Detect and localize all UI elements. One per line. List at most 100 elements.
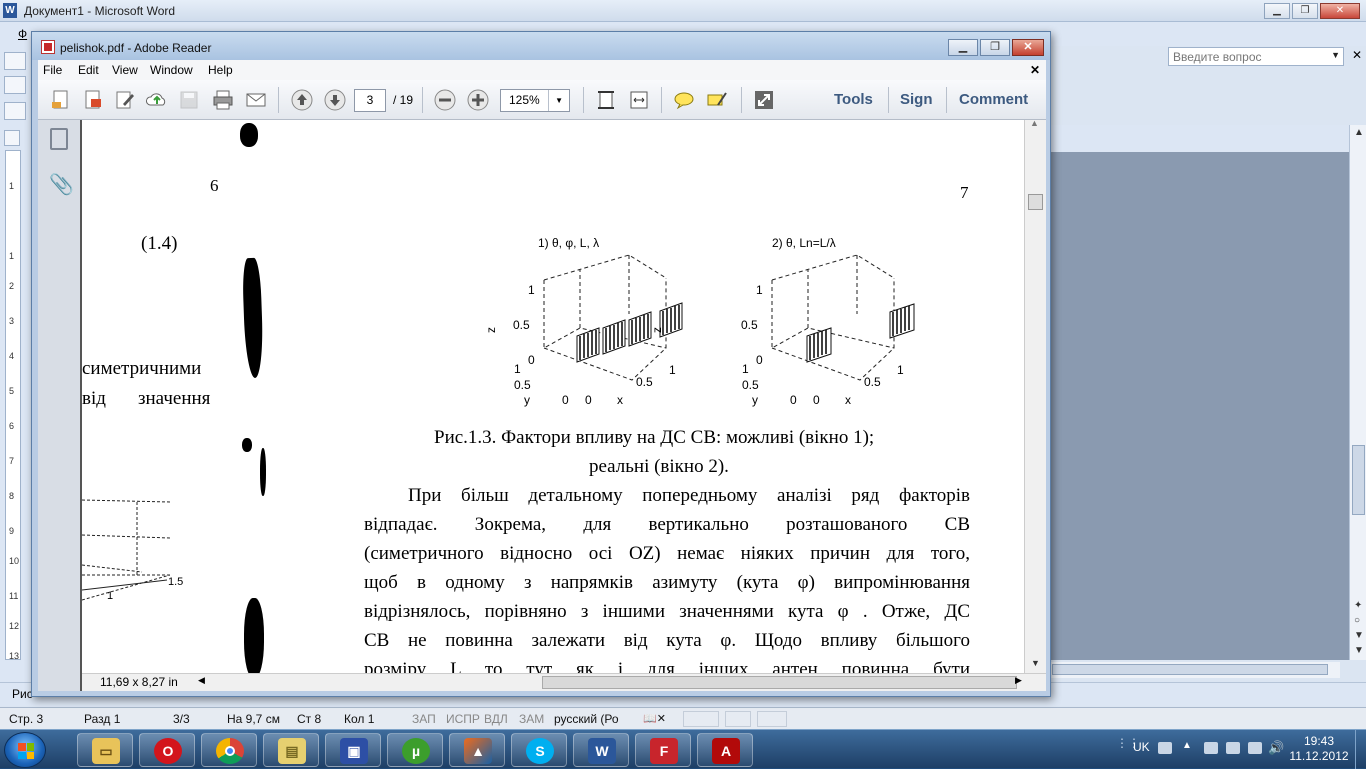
reader-minimize-button[interactable]: ▁ <box>948 39 978 56</box>
drawing-label[interactable]: Рис <box>12 687 33 701</box>
combine-files-icon[interactable] <box>82 89 104 111</box>
word-ask-question-field[interactable]: Введите вопрос ▼ <box>1168 47 1344 66</box>
tools-button[interactable]: Tools <box>834 91 873 108</box>
word-doc-close-icon[interactable]: ✕ <box>1352 48 1362 62</box>
next-page-icon[interactable] <box>324 89 346 111</box>
chrome-icon[interactable] <box>201 733 257 767</box>
print-icon[interactable] <box>212 89 234 111</box>
left-text-line: симетричними <box>82 358 202 379</box>
word-horizontal-scrollbar[interactable] <box>1050 662 1340 678</box>
reader-title: pelishok.pdf - Adobe Reader <box>60 41 212 55</box>
volume-icon[interactable]: 🔊 <box>1268 740 1284 756</box>
tab-stop-icon[interactable] <box>4 130 20 146</box>
tray-expand-icon[interactable]: ▲ <box>1182 740 1192 751</box>
pdf-horizontal-scrollbar[interactable] <box>542 676 1017 689</box>
plot1-x-label: x <box>617 393 623 407</box>
plot1-tick: 0 <box>585 393 592 407</box>
paragraph-line: СВ не повинна залежати від кута φ. Щодо … <box>364 630 970 651</box>
comment-bubble-icon[interactable] <box>673 89 695 111</box>
scan-artifact <box>260 448 266 496</box>
keyboard-icon[interactable] <box>1158 742 1172 754</box>
unknown-app-icon[interactable]: F <box>635 733 691 767</box>
comment-button[interactable]: Comment <box>959 91 1028 108</box>
menu-help[interactable]: Help <box>208 63 233 77</box>
plot2-tick: 0.5 <box>742 378 759 392</box>
word-maximize-button[interactable]: ❐ <box>1292 3 1318 19</box>
status-section: Разд 1 <box>84 712 121 726</box>
word-minimize-button[interactable]: ▁ <box>1264 3 1290 19</box>
status-rec[interactable]: ЗАП <box>412 712 436 726</box>
menu-edit[interactable]: Edit <box>78 63 99 77</box>
word-vertical-scrollbar[interactable]: ▲ ✦ ○ ▼ ▼ <box>1349 125 1366 660</box>
folder-icon[interactable]: ▤ <box>263 733 319 767</box>
attachments-icon[interactable]: 📎 <box>49 172 74 196</box>
chevron-down-icon[interactable]: ▼ <box>1331 50 1340 60</box>
opera-icon[interactable]: O <box>139 733 195 767</box>
show-desktop-button[interactable] <box>1355 730 1366 769</box>
close-document-icon[interactable]: ✕ <box>1030 63 1040 77</box>
clock[interactable]: 19:43 11.12.2012 <box>1286 734 1352 764</box>
network-icon[interactable] <box>1204 742 1218 754</box>
menu-view[interactable]: View <box>112 63 138 77</box>
plot1-tick: 0 <box>528 353 535 367</box>
full-screen-icon[interactable] <box>753 89 775 111</box>
zoom-in-icon[interactable] <box>467 89 489 111</box>
word-status-bar: Стр. 3 Разд 1 3/3 На 9,7 см Ст 8 Кол 1 З… <box>0 707 1366 729</box>
acrobat-icon[interactable]: A <box>697 733 753 767</box>
matlab-icon[interactable]: ▲ <box>449 733 505 767</box>
spelling-icon[interactable]: 📖✕ <box>643 712 666 725</box>
reader-close-button[interactable]: ✕ <box>1012 39 1044 56</box>
word-app-icon[interactable]: W <box>3 3 17 18</box>
menu-file[interactable]: File <box>43 63 62 77</box>
word-icon[interactable]: W <box>573 733 629 767</box>
zoom-out-icon[interactable] <box>434 89 456 111</box>
word-close-button[interactable]: ✕ <box>1320 3 1360 19</box>
scroll-down-icon[interactable]: ▼ <box>1031 658 1040 668</box>
fit-page-icon[interactable] <box>595 89 617 111</box>
edit-icon[interactable] <box>4 102 26 120</box>
word-menu-file[interactable]: Ф <box>18 27 27 41</box>
status-language[interactable]: русский (Ро <box>554 712 619 726</box>
word-scroll-thumb[interactable] <box>1352 445 1365 515</box>
upload-cloud-icon[interactable] <box>146 89 168 111</box>
status-ext[interactable]: ВДЛ <box>484 712 508 726</box>
style-icon[interactable] <box>4 76 26 94</box>
scroll-up-icon[interactable]: ▲ <box>1030 118 1039 128</box>
menu-window[interactable]: Window <box>150 63 193 77</box>
scroll-right-icon[interactable]: ▶ <box>1015 675 1022 686</box>
ask-placeholder: Введите вопрос <box>1173 50 1262 64</box>
status-ovr[interactable]: ЗАМ <box>519 712 544 726</box>
pdf-app-icon[interactable] <box>41 40 55 54</box>
paragraph-line: відпадає. Зокрема, для вертикально розта… <box>364 514 970 535</box>
action-center-icon[interactable] <box>1226 742 1240 754</box>
edit-pdf-icon[interactable] <box>114 89 136 111</box>
page-total: / 19 <box>393 93 414 107</box>
status-col: Кол 1 <box>344 712 375 726</box>
email-icon[interactable] <box>245 89 267 111</box>
fit-width-icon[interactable] <box>628 89 650 111</box>
keyboard-language[interactable]: UK <box>1133 740 1150 754</box>
save-icon[interactable]: ▣ <box>325 733 381 767</box>
page-thumbnails-icon[interactable] <box>50 128 68 150</box>
reader-maximize-button[interactable]: ❐ <box>980 39 1010 56</box>
save-icon[interactable] <box>178 89 200 111</box>
scroll-left-icon[interactable]: ◀ <box>198 675 205 686</box>
create-pdf-icon[interactable] <box>50 89 72 111</box>
page-number-input[interactable]: 3 <box>354 89 386 112</box>
new-doc-icon[interactable] <box>4 52 26 70</box>
adobe-reader-window: pelishok.pdf - Adobe Reader ▁ ❐ ✕ File E… <box>31 31 1051 697</box>
skype-icon[interactable]: S <box>511 733 567 767</box>
pdf-vertical-scrollbar[interactable]: ▲ ▼ <box>1024 118 1046 673</box>
pdf-scroll-thumb[interactable] <box>1028 194 1043 210</box>
plot2-y-label: y <box>752 393 758 407</box>
chevron-down-icon[interactable]: ▼ <box>555 90 563 111</box>
previous-page-icon[interactable] <box>291 89 313 111</box>
highlight-icon[interactable] <box>706 89 728 111</box>
start-button[interactable] <box>4 732 46 768</box>
zoom-select[interactable]: 125% ▼ <box>500 89 570 112</box>
utorrent-icon[interactable]: µ <box>387 733 443 767</box>
app-tray-icon[interactable] <box>1248 742 1262 754</box>
explorer-icon[interactable]: ▭ <box>77 733 133 767</box>
status-trk[interactable]: ИСПР <box>446 712 480 726</box>
sign-button[interactable]: Sign <box>900 91 933 108</box>
